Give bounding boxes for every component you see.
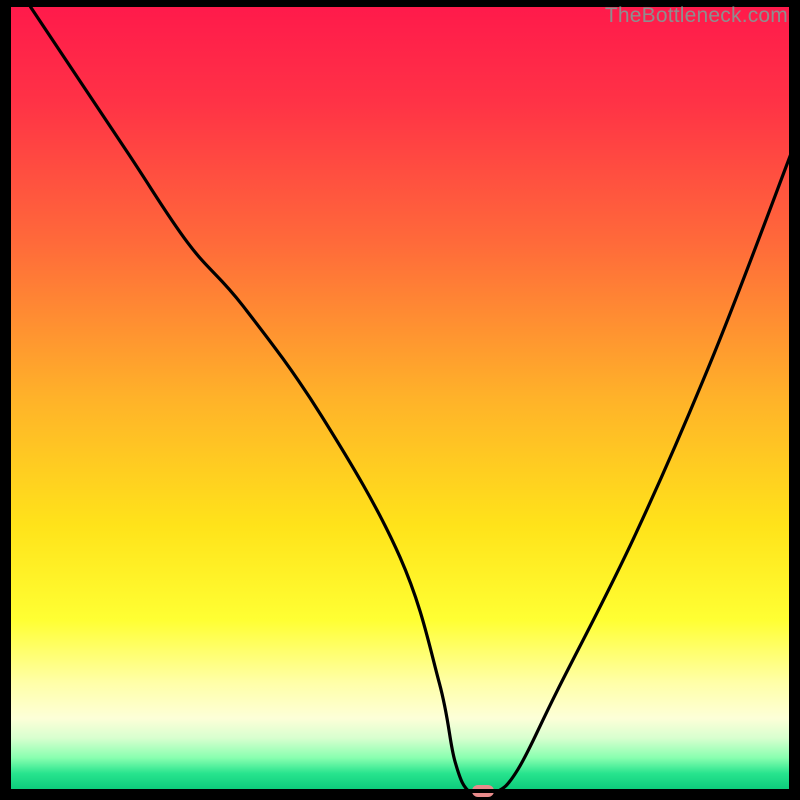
- watermark-text: TheBottleneck.com: [605, 4, 788, 28]
- y-axis-left: [7, 7, 11, 793]
- plot-area: [7, 7, 793, 793]
- y-axis-right: [789, 7, 793, 793]
- bottleneck-curve: [7, 7, 793, 793]
- chart-container: TheBottleneck.com: [0, 0, 800, 800]
- x-axis: [7, 789, 793, 793]
